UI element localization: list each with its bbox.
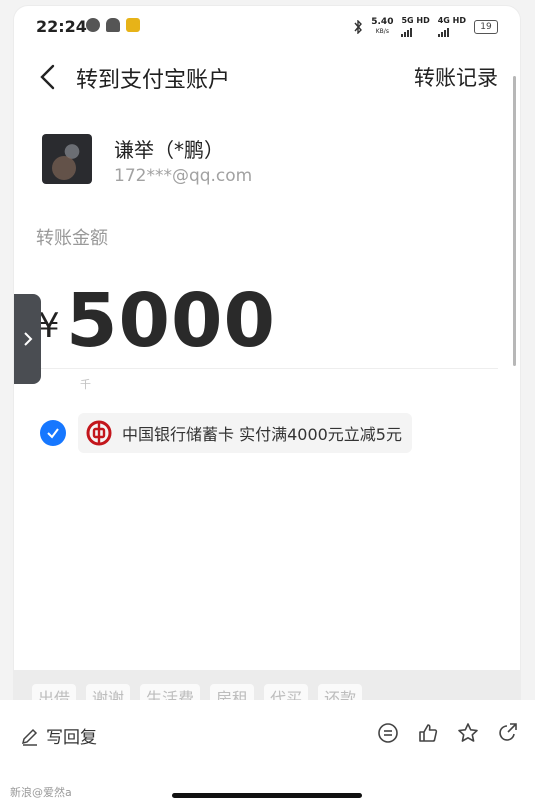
share-icon[interactable] — [497, 722, 519, 744]
phone-screenshot: 22:24 5.40 KB/s 5G HD 4G HD 19 转到支付宝账户 转… — [14, 6, 520, 714]
write-reply-label: 写回复 — [46, 728, 97, 748]
status-bar: 22:24 5.40 KB/s 5G HD 4G HD 19 — [14, 6, 520, 46]
signal-bars-icon — [401, 25, 429, 37]
bank-of-china-icon — [86, 420, 112, 446]
wechat-icon — [86, 18, 100, 32]
signal-4g: 4G HD — [437, 16, 466, 37]
signal-bars-icon — [437, 25, 466, 37]
chevron-right-icon — [23, 332, 32, 346]
footer-actions — [377, 722, 519, 744]
transfer-history-link[interactable]: 转账记录 — [414, 62, 498, 92]
star-icon[interactable] — [457, 722, 479, 744]
scrollbar[interactable] — [513, 76, 516, 366]
amount-label: 转账金额 — [36, 228, 108, 249]
notification-icons — [86, 18, 140, 32]
home-indicator[interactable] — [172, 793, 362, 798]
forum-footer: 写回复 新浪@爱然a — [0, 700, 535, 800]
avatar — [42, 134, 92, 184]
notification-bell-icon — [106, 18, 120, 32]
net2-label: 4G HD — [437, 16, 466, 25]
payment-method-chip[interactable]: 中国银行储蓄卡 实付满4000元立减5元 — [78, 413, 412, 453]
page-title: 转到支付宝账户 — [76, 68, 231, 93]
like-icon[interactable] — [417, 722, 439, 744]
side-expand-tab[interactable] — [14, 294, 41, 384]
app-notification-icon — [126, 18, 140, 32]
net1-label: 5G HD — [401, 16, 430, 25]
network-speed: 5.40 KB/s — [371, 16, 394, 36]
write-reply-button[interactable]: 写回复 — [20, 723, 97, 748]
selected-check-icon[interactable] — [40, 420, 66, 446]
recipient-card: 谦举（*鹏） 172***@qq.com — [42, 134, 482, 190]
watermark: 新浪@爱然a — [10, 786, 72, 799]
status-time: 22:24 — [36, 17, 87, 36]
amount-input[interactable]: 5000 — [66, 278, 276, 364]
network-speed-unit: KB/s — [375, 27, 389, 35]
status-right-icons: 5.40 KB/s 5G HD 4G HD 19 — [353, 16, 498, 37]
amount-unit-hint: 千 — [80, 378, 91, 391]
recipient-account: 172***@qq.com — [114, 166, 253, 186]
comment-icon[interactable] — [377, 722, 399, 744]
signal-5g: 5G HD — [401, 16, 430, 37]
nav-bar: 转到支付宝账户 转账记录 — [14, 54, 520, 100]
payment-method-text: 中国银行储蓄卡 实付满4000元立减5元 — [122, 425, 402, 444]
currency-symbol: ¥ — [38, 306, 60, 346]
recipient-name: 谦举（*鹏） — [114, 138, 224, 162]
payment-method-row[interactable]: 中国银行储蓄卡 实付满4000元立减5元 — [40, 413, 412, 453]
bluetooth-icon — [354, 19, 363, 34]
amount-divider — [36, 368, 498, 369]
network-speed-value: 5.40 — [371, 16, 394, 27]
pencil-icon — [21, 728, 38, 746]
back-arrow-icon[interactable] — [36, 64, 62, 90]
battery-icon: 19 — [474, 19, 498, 34]
